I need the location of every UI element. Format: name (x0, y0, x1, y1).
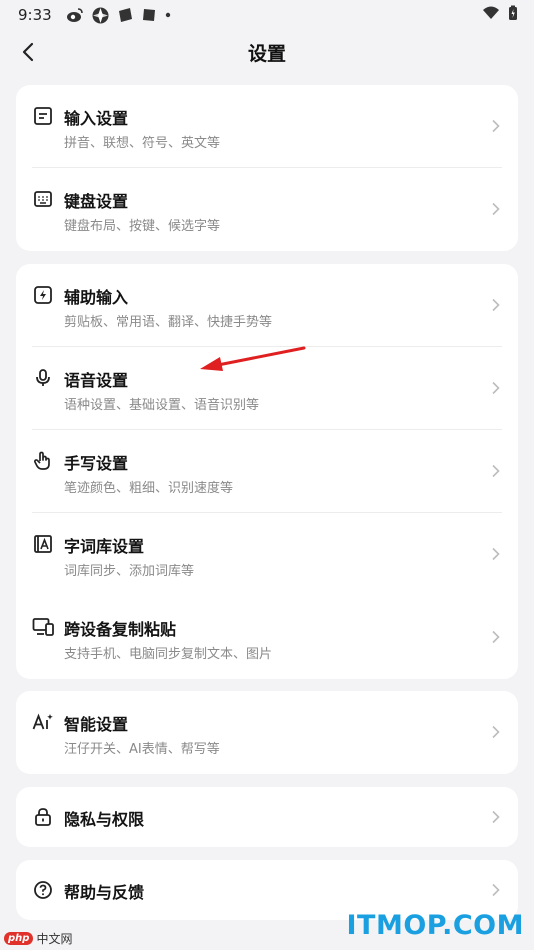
watermark-php-cn: php 中文网 (4, 930, 72, 947)
settings-card-privacy: 隐私与权限 (16, 787, 518, 847)
settings-item-title: 跨设备复制粘贴 (64, 620, 177, 639)
assist-input-icon (32, 284, 54, 306)
settings-item-subtitle: 语种设置、基础设置、语音识别等 (64, 398, 260, 413)
annotation-arrow-icon (200, 346, 306, 371)
settings-item-title: 手写设置 (64, 454, 129, 473)
settings-item-title: 输入设置 (64, 109, 129, 128)
settings-item-keyboard[interactable]: 键盘设置 键盘布局、按键、候选字等 (16, 168, 518, 251)
settings-item-subtitle: 剪贴板、常用语、翻译、快捷手势等 (64, 315, 273, 330)
input-settings-icon (32, 105, 54, 127)
lock-icon (32, 806, 54, 828)
settings-card-features: 辅助输入 剪贴板、常用语、翻译、快捷手势等 语音设置 语种设置、基础设置、语音识… (16, 264, 518, 679)
settings-item-title: 帮助与反馈 (64, 883, 145, 902)
app-notification-icon-2 (142, 9, 155, 21)
settings-item-dictionary[interactable]: 字词库设置 词库同步、添加词库等 (16, 513, 518, 596)
battery-icon (509, 5, 517, 20)
settings-item-subtitle: 键盘布局、按键、候选字等 (64, 219, 221, 234)
back-button[interactable] (14, 38, 42, 66)
chevron-right-icon (492, 202, 500, 216)
settings-item-cross-device[interactable]: 跨设备复制粘贴 支持手机、电脑同步复制文本、图片 (16, 596, 518, 679)
ai-icon (32, 711, 54, 733)
settings-item-subtitle: 笔迹颜色、粗细、识别速度等 (64, 481, 234, 496)
status-system-icons (482, 5, 518, 21)
settings-item-title: 隐私与权限 (64, 810, 145, 829)
watermark-php-text: 中文网 (36, 932, 73, 946)
handwriting-icon (32, 450, 54, 472)
settings-item-subtitle: 拼音、联想、符号、英文等 (64, 136, 221, 151)
settings-item-subtitle: 支持手机、电脑同步复制文本、图片 (64, 647, 273, 662)
chevron-right-icon (492, 381, 500, 395)
weibo-icon (66, 8, 83, 22)
settings-card-input: 输入设置 拼音、联想、符号、英文等 键盘设置 键盘布局、按键、候选字等 (16, 85, 518, 251)
settings-item-assist-input[interactable]: 辅助输入 剪贴板、常用语、翻译、快捷手势等 (16, 264, 518, 347)
settings-item-subtitle: 汪仔开关、AI表情、帮写等 (64, 742, 220, 757)
chevron-right-icon (492, 119, 500, 133)
status-bar: 9:33 (0, 0, 534, 30)
watermark-itmop: ITMOP.COM (346, 910, 524, 941)
back-arrow-icon (22, 42, 34, 62)
settings-card-smart: 智能设置 汪仔开关、AI表情、帮写等 (16, 691, 518, 774)
settings-item-title: 智能设置 (64, 715, 129, 734)
settings-item-subtitle: 词库同步、添加词库等 (64, 564, 195, 579)
settings-item-input[interactable]: 输入设置 拼音、联想、符号、英文等 (16, 85, 518, 168)
chevron-right-icon (492, 547, 500, 561)
chevron-right-icon (492, 725, 500, 739)
app-notification-icon (118, 8, 132, 22)
aperture-icon (92, 7, 109, 23)
app-header: 设置 (0, 30, 534, 74)
status-notification-icons (66, 7, 171, 24)
settings-item-handwriting[interactable]: 手写设置 笔迹颜色、粗细、识别速度等 (16, 430, 518, 513)
chevron-right-icon (492, 810, 500, 824)
help-icon (32, 879, 54, 901)
chevron-right-icon (492, 883, 500, 897)
settings-item-title: 辅助输入 (64, 288, 129, 307)
wifi-icon (483, 6, 499, 19)
keyboard-icon (32, 188, 54, 210)
chevron-right-icon (492, 464, 500, 478)
settings-item-title: 字词库设置 (64, 537, 145, 556)
page-title: 设置 (247, 42, 286, 65)
more-notifications-dot-icon (165, 12, 170, 18)
cross-device-icon (32, 616, 54, 638)
watermark-php-label: php (4, 932, 34, 945)
microphone-icon (32, 367, 54, 389)
dictionary-icon (32, 533, 54, 555)
chevron-right-icon (492, 298, 500, 312)
settings-item-privacy[interactable]: 隐私与权限 (16, 787, 518, 847)
settings-item-smart[interactable]: 智能设置 汪仔开关、AI表情、帮写等 (16, 691, 518, 774)
settings-item-title: 语音设置 (64, 371, 129, 390)
status-time: 9:33 (18, 6, 52, 24)
settings-item-title: 键盘设置 (64, 192, 129, 211)
chevron-right-icon (492, 630, 500, 644)
